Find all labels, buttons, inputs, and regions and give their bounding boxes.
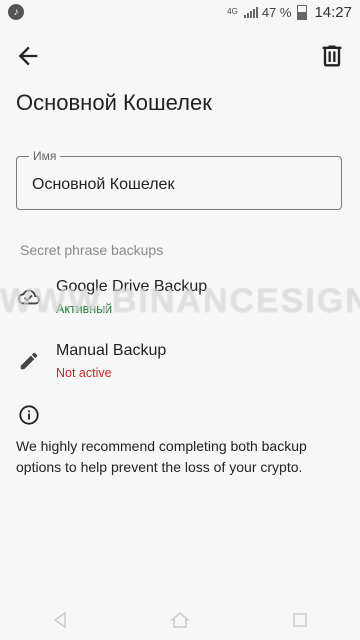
home-icon [170, 612, 190, 628]
google-drive-backup-row[interactable]: Google Drive Backup Активный [0, 276, 360, 324]
backup-recommendation-text: We highly recommend completing both back… [16, 438, 307, 475]
google-drive-backup-title: Google Drive Backup [56, 278, 208, 295]
top-app-bar [0, 36, 360, 76]
system-nav-bar [0, 600, 360, 640]
google-drive-backup-status: Активный [56, 302, 113, 316]
nav-home-button[interactable] [160, 605, 200, 635]
battery-percent: 47 % [261, 4, 292, 20]
page-title: Основной Кошелек [16, 90, 212, 115]
status-left: ♪ [0, 4, 24, 20]
triangle-back-icon [53, 611, 66, 629]
music-note-icon: ♪ [8, 4, 24, 20]
nav-back-button[interactable] [40, 605, 80, 635]
backups-section-title: Secret phrase backups [20, 242, 164, 258]
info-icon [18, 404, 40, 426]
nav-recents-button[interactable] [280, 605, 320, 635]
cloud-check-icon [18, 286, 40, 308]
status-bar: ♪ 4G 47 % 14:27 [0, 0, 360, 24]
trash-icon [322, 45, 342, 67]
battery-icon [297, 4, 308, 20]
arrow-left-icon [18, 46, 38, 66]
delete-wallet-button[interactable] [318, 42, 346, 70]
wallet-name-field[interactable]: Имя Основной Кошелек [16, 149, 342, 210]
manual-backup-row[interactable]: Manual Backup Not active [0, 340, 360, 388]
network-type: 4G [227, 7, 238, 16]
status-right: 4G 47 % 14:27 [227, 4, 360, 21]
wallet-name-label: Имя [29, 149, 61, 163]
wallet-name-value[interactable]: Основной Кошелек [32, 176, 174, 194]
clock: 14:27 [314, 3, 352, 21]
square-recents-icon [293, 613, 307, 627]
pencil-icon [18, 350, 40, 372]
manual-backup-status: Not active [56, 366, 112, 380]
signal-icon [243, 6, 258, 18]
manual-backup-title: Manual Backup [56, 342, 167, 359]
back-button[interactable] [14, 42, 42, 70]
